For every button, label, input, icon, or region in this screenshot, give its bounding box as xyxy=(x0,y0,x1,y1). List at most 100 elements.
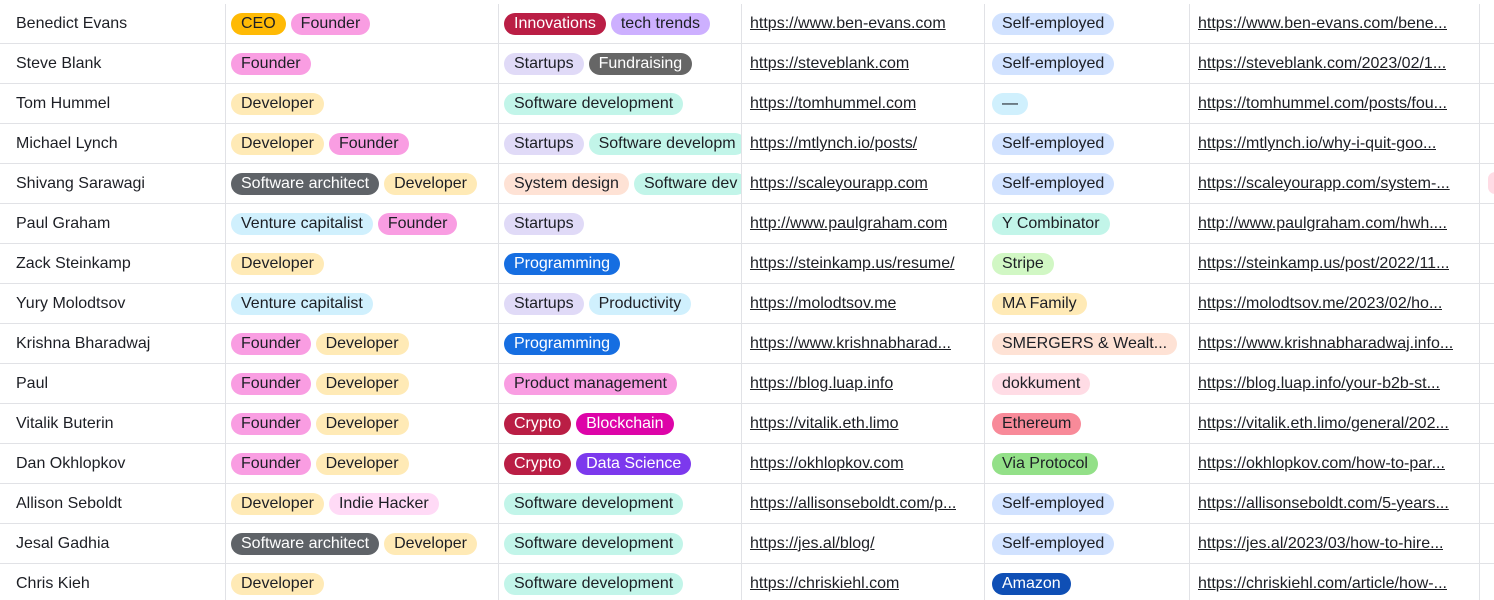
role-cell[interactable]: Developer xyxy=(226,244,499,283)
name-cell[interactable]: Allison Seboldt xyxy=(0,484,226,523)
organization-cell[interactable]: Via Protocol xyxy=(985,444,1190,483)
website-cell[interactable]: https://jes.al/blog/ xyxy=(742,524,985,563)
organization-cell[interactable]: — xyxy=(985,84,1190,123)
role-cell[interactable]: Software architect Developer xyxy=(226,524,499,563)
website-cell[interactable]: http://www.paulgraham.com xyxy=(742,204,985,243)
organization-cell[interactable]: Self-employed xyxy=(985,484,1190,523)
topic-cell[interactable]: Startups Software developm xyxy=(499,124,742,163)
table-row[interactable]: Allison Seboldt Developer Indie Hacker Soft… xyxy=(0,484,1494,524)
table-row[interactable]: Steve Blank Founder Startups Fundraising htt… xyxy=(0,44,1494,84)
post-cell[interactable]: https://steinkamp.us/post/2022/11... xyxy=(1190,244,1480,283)
website-cell[interactable]: https://molodtsov.me xyxy=(742,284,985,323)
post-link[interactable]: https://steveblank.com/2023/02/1... xyxy=(1198,55,1446,73)
website-link[interactable]: https://www.krishnabharad... xyxy=(750,335,951,353)
website-link[interactable]: http://www.paulgraham.com xyxy=(750,215,947,233)
topic-cell[interactable]: Startups Productivity xyxy=(499,284,742,323)
role-cell[interactable]: Software architect Developer xyxy=(226,164,499,203)
role-cell[interactable]: Founder Developer xyxy=(226,404,499,443)
topic-cell[interactable]: Innovations tech trends xyxy=(499,4,742,43)
post-link[interactable]: https://okhlopkov.com/how-to-par... xyxy=(1198,455,1445,473)
organization-cell[interactable]: Amazon xyxy=(985,564,1190,600)
name-cell[interactable]: Zack Steinkamp xyxy=(0,244,226,283)
topic-cell[interactable]: Software development xyxy=(499,564,742,600)
post-link[interactable]: https://chriskiehl.com/article/how-... xyxy=(1198,575,1447,593)
topic-cell[interactable]: Software development xyxy=(499,484,742,523)
table-row[interactable]: Yury Molodtsov Venture capitalist Startups… xyxy=(0,284,1494,324)
website-cell[interactable]: https://okhlopkov.com xyxy=(742,444,985,483)
website-link[interactable]: https://mtlynch.io/posts/ xyxy=(750,135,917,153)
website-cell[interactable]: https://steveblank.com xyxy=(742,44,985,83)
website-cell[interactable]: https://blog.luap.info xyxy=(742,364,985,403)
post-link[interactable]: https://blog.luap.info/your-b2b-st... xyxy=(1198,375,1440,393)
post-cell[interactable]: https://www.ben-evans.com/bene... xyxy=(1190,4,1480,43)
organization-cell[interactable]: MA Family xyxy=(985,284,1190,323)
name-cell[interactable]: Michael Lynch xyxy=(0,124,226,163)
website-cell[interactable]: https://www.ben-evans.com xyxy=(742,4,985,43)
topic-cell[interactable]: Crypto Blockchain xyxy=(499,404,742,443)
name-cell[interactable]: Yury Molodtsov xyxy=(0,284,226,323)
role-cell[interactable]: Venture capitalist xyxy=(226,284,499,323)
website-link[interactable]: https://steveblank.com xyxy=(750,55,909,73)
organization-cell[interactable]: Stripe xyxy=(985,244,1190,283)
post-link[interactable]: https://jes.al/2023/03/how-to-hire... xyxy=(1198,535,1443,553)
post-link[interactable]: https://scaleyourapp.com/system-... xyxy=(1198,175,1450,193)
table-row[interactable]: Krishna Bharadwaj Founder Developer Program… xyxy=(0,324,1494,364)
post-link[interactable]: https://mtlynch.io/why-i-quit-goo... xyxy=(1198,135,1436,153)
topic-cell[interactable]: Software development xyxy=(499,84,742,123)
organization-cell[interactable]: SMERGERS & Wealt... xyxy=(985,324,1190,363)
name-cell[interactable]: Tom Hummel xyxy=(0,84,226,123)
organization-cell[interactable]: dokkument xyxy=(985,364,1190,403)
post-cell[interactable]: https://blog.luap.info/your-b2b-st... xyxy=(1190,364,1480,403)
website-link[interactable]: https://www.ben-evans.com xyxy=(750,15,946,33)
post-link[interactable]: https://www.ben-evans.com/bene... xyxy=(1198,15,1447,33)
website-cell[interactable]: https://www.krishnabharad... xyxy=(742,324,985,363)
table-row[interactable]: Paul Founder Developer Product management ht… xyxy=(0,364,1494,404)
post-cell[interactable]: https://chriskiehl.com/article/how-... xyxy=(1190,564,1480,600)
website-link[interactable]: https://tomhummel.com xyxy=(750,95,916,113)
post-cell[interactable]: https://steveblank.com/2023/02/1... xyxy=(1190,44,1480,83)
name-cell[interactable]: Paul Graham xyxy=(0,204,226,243)
name-cell[interactable]: Vitalik Buterin xyxy=(0,404,226,443)
post-cell[interactable]: https://tomhummel.com/posts/fou... xyxy=(1190,84,1480,123)
post-cell[interactable]: https://mtlynch.io/why-i-quit-goo... xyxy=(1190,124,1480,163)
website-cell[interactable]: https://allisonseboldt.com/p... xyxy=(742,484,985,523)
name-cell[interactable]: Chris Kieh xyxy=(0,564,226,600)
topic-cell[interactable]: Programming xyxy=(499,324,742,363)
website-cell[interactable]: https://scaleyourapp.com xyxy=(742,164,985,203)
topic-cell[interactable]: Startups Fundraising xyxy=(499,44,742,83)
role-cell[interactable]: Developer xyxy=(226,84,499,123)
post-link[interactable]: https://vitalik.eth.limo/general/202... xyxy=(1198,415,1449,433)
post-link[interactable]: https://molodtsov.me/2023/02/ho... xyxy=(1198,295,1442,313)
table-row[interactable]: Benedict Evans CEO Founder Innovations tech … xyxy=(0,4,1494,44)
website-link[interactable]: https://molodtsov.me xyxy=(750,295,896,313)
website-cell[interactable]: https://tomhummel.com xyxy=(742,84,985,123)
role-cell[interactable]: Founder Developer xyxy=(226,444,499,483)
role-cell[interactable]: Founder Developer xyxy=(226,324,499,363)
role-cell[interactable]: Venture capitalist Founder xyxy=(226,204,499,243)
website-link[interactable]: https://steinkamp.us/resume/ xyxy=(750,255,955,273)
topic-cell[interactable]: Crypto Data Science xyxy=(499,444,742,483)
website-link[interactable]: https://scaleyourapp.com xyxy=(750,175,928,193)
website-link[interactable]: https://blog.luap.info xyxy=(750,375,893,393)
post-link[interactable]: http://www.paulgraham.com/hwh.... xyxy=(1198,215,1447,233)
role-cell[interactable]: Founder xyxy=(226,44,499,83)
name-cell[interactable]: Jesal Gadhia xyxy=(0,524,226,563)
table-row[interactable]: Zack Steinkamp Developer Programming https:… xyxy=(0,244,1494,284)
post-cell[interactable]: http://www.paulgraham.com/hwh.... xyxy=(1190,204,1480,243)
post-link[interactable]: https://tomhummel.com/posts/fou... xyxy=(1198,95,1447,113)
website-cell[interactable]: https://vitalik.eth.limo xyxy=(742,404,985,443)
website-cell[interactable]: https://steinkamp.us/resume/ xyxy=(742,244,985,283)
name-cell[interactable]: Benedict Evans xyxy=(0,4,226,43)
website-link[interactable]: https://allisonseboldt.com/p... xyxy=(750,495,956,513)
website-link[interactable]: https://vitalik.eth.limo xyxy=(750,415,899,433)
role-cell[interactable]: CEO Founder xyxy=(226,4,499,43)
post-cell[interactable]: https://molodtsov.me/2023/02/ho... xyxy=(1190,284,1480,323)
name-cell[interactable]: Shivang Sarawagi xyxy=(0,164,226,203)
name-cell[interactable]: Dan Okhlopkov xyxy=(0,444,226,483)
name-cell[interactable]: Paul xyxy=(0,364,226,403)
organization-cell[interactable]: Self-employed xyxy=(985,44,1190,83)
post-cell[interactable]: https://scaleyourapp.com/system-... xyxy=(1190,164,1480,203)
role-cell[interactable]: Developer xyxy=(226,564,499,600)
post-cell[interactable]: https://vitalik.eth.limo/general/202... xyxy=(1190,404,1480,443)
post-cell[interactable]: https://allisonseboldt.com/5-years... xyxy=(1190,484,1480,523)
